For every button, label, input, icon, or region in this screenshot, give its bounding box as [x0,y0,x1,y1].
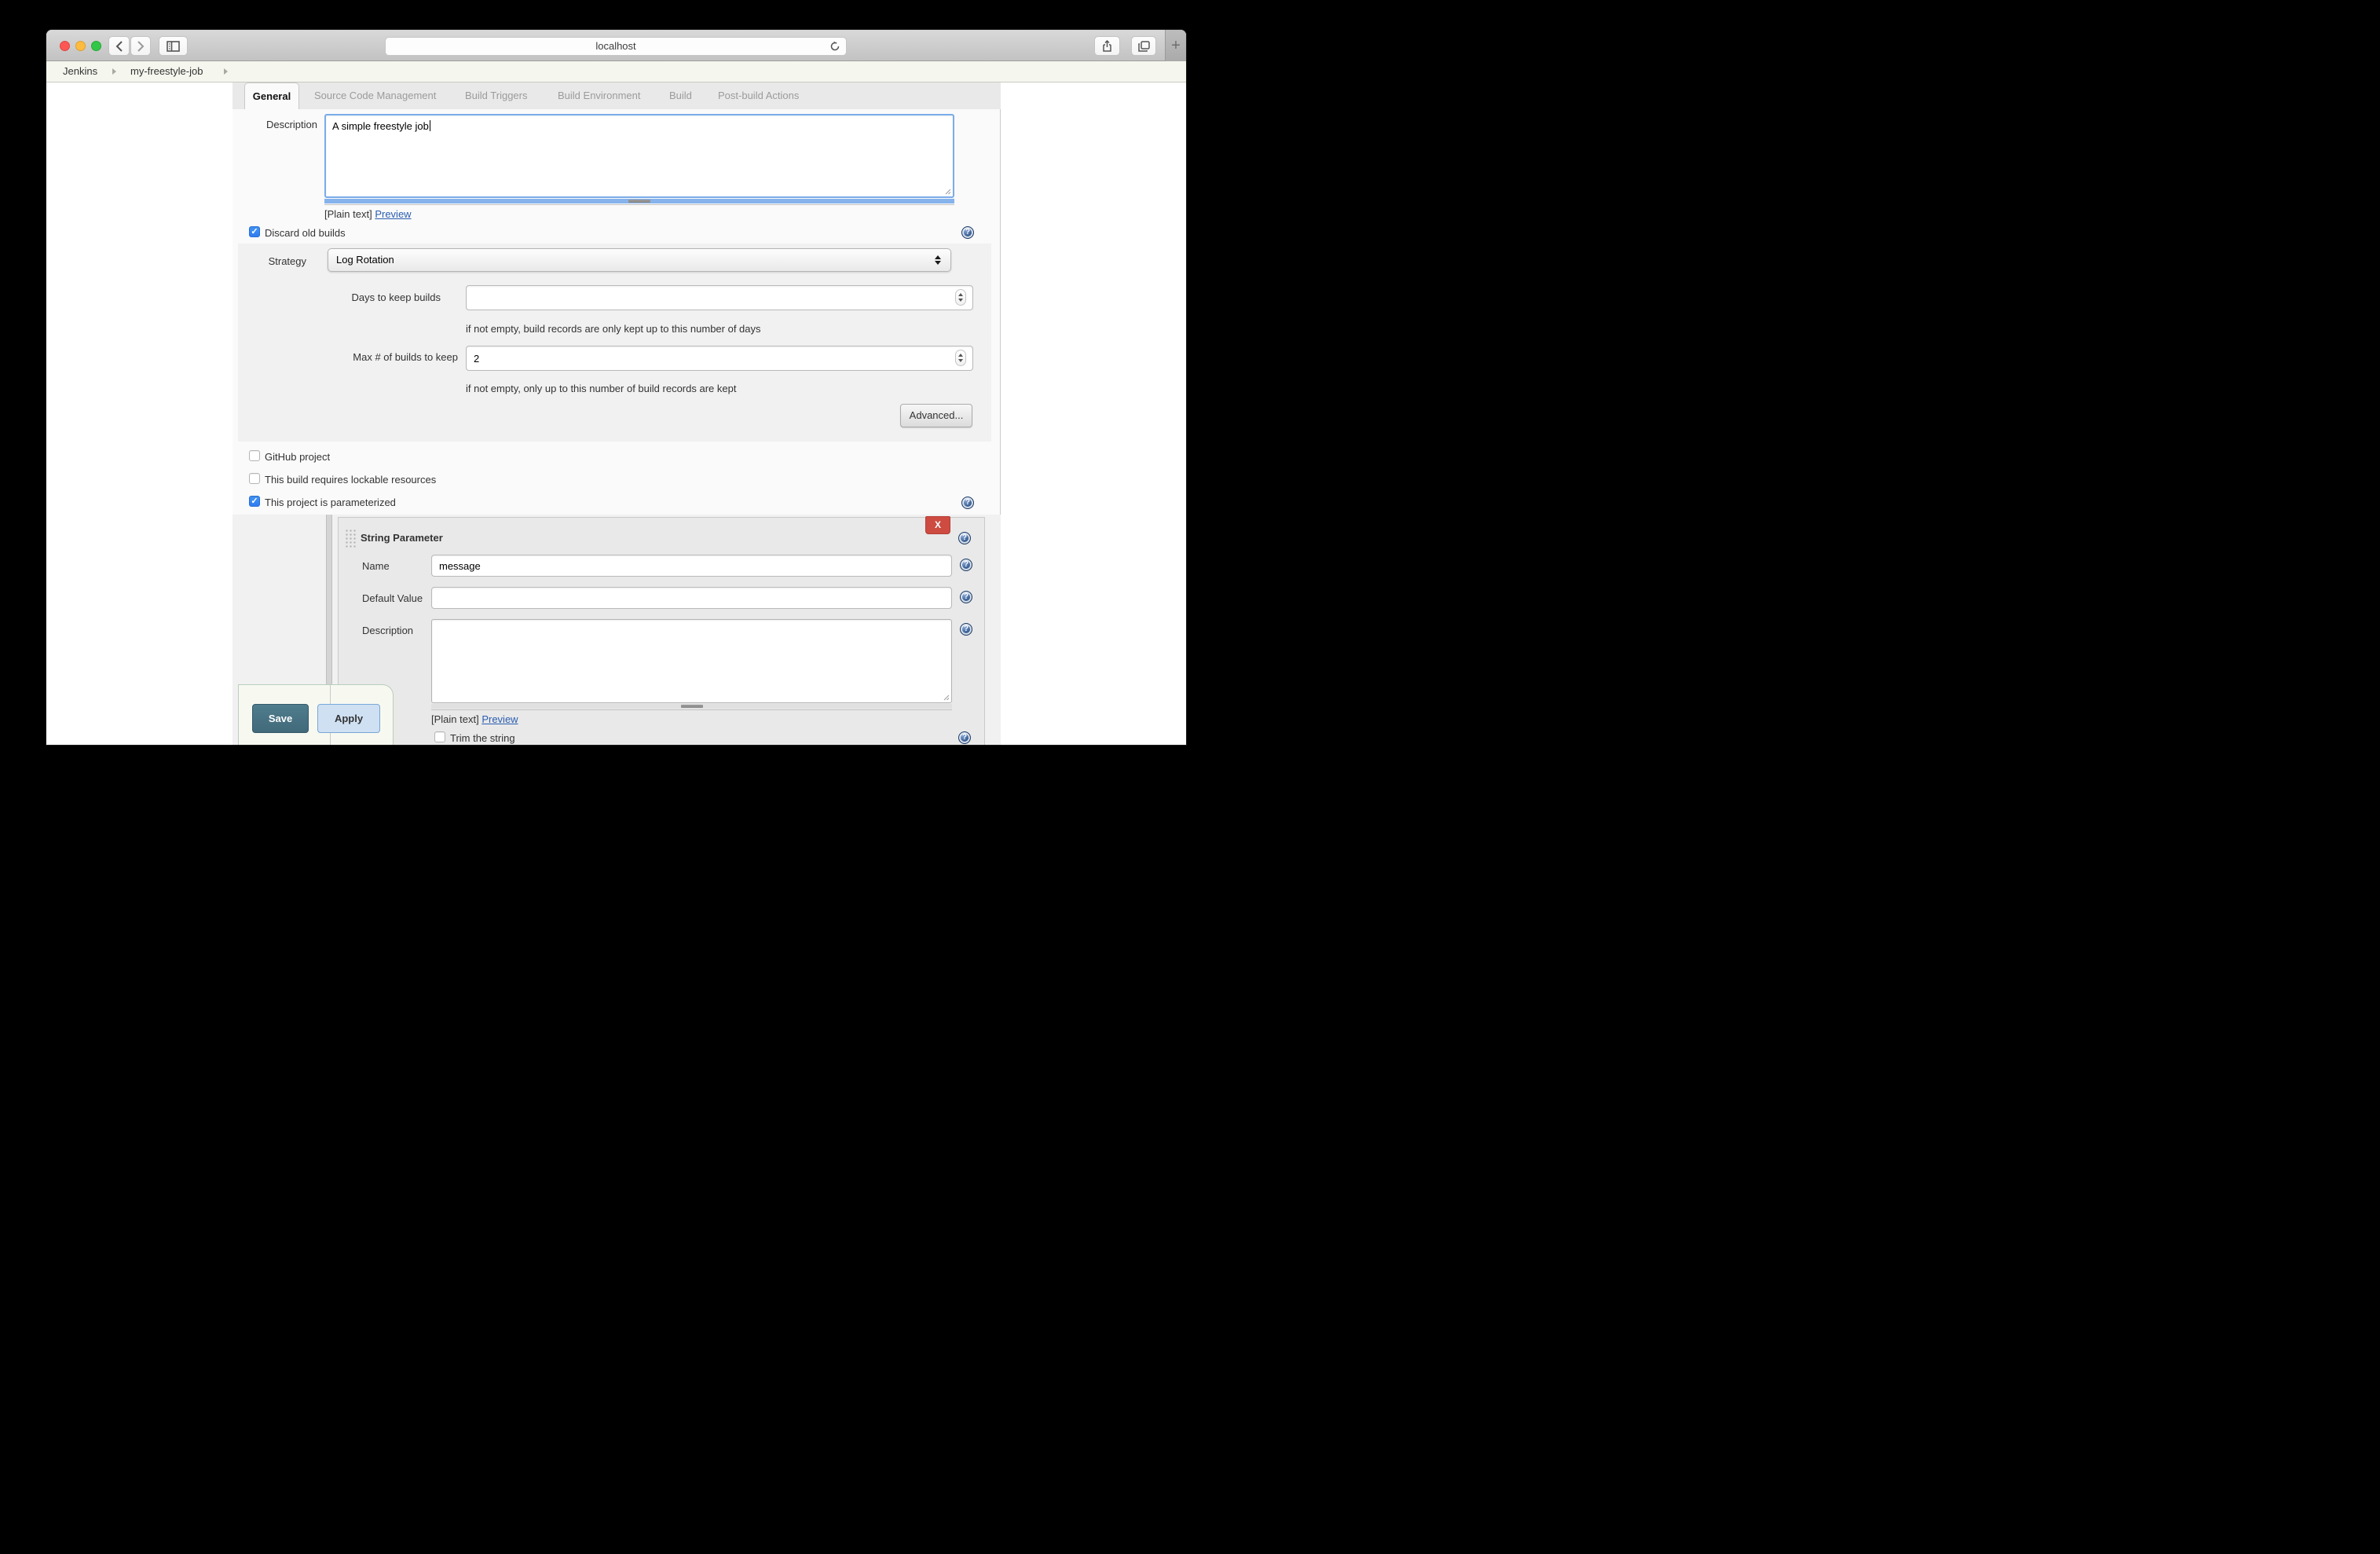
param-name-input[interactable] [431,555,952,577]
discard-old-builds-checkbox[interactable]: ✓ [249,226,260,237]
tab-build-environment[interactable]: Build Environment [558,82,641,109]
days-help-text: if not empty, build records are only kep… [466,323,761,335]
tab-build-triggers[interactable]: Build Triggers [465,82,527,109]
sidebar-icon [167,41,180,52]
drag-grip [681,705,703,708]
help-icon[interactable]: ? [960,591,972,603]
description-label: Description [248,119,317,130]
share-icon [1102,40,1112,53]
page-body: General Source Code Management Build Tri… [46,82,1186,745]
advanced-button[interactable]: Advanced... [900,404,972,427]
save-apply-panel: Save Apply [238,684,394,745]
help-icon[interactable]: ? [958,532,971,544]
github-project-label: GitHub project [265,451,330,463]
help-icon[interactable]: ? [958,731,971,744]
param-default-label: Default Value [362,592,423,604]
apply-button[interactable]: Apply [317,704,380,733]
parameter-title: String Parameter [361,532,443,544]
zoom-window-button[interactable] [91,41,101,51]
minimize-window-button[interactable] [75,41,86,51]
days-to-keep-input[interactable] [466,285,973,310]
breadcrumb-item-jenkins[interactable]: Jenkins [63,61,97,82]
divider [431,709,952,710]
strategy-value: Log Rotation [336,254,394,266]
tab-source-code-management[interactable]: Source Code Management [314,82,436,109]
plus-icon: + [1171,37,1181,55]
resize-grip-icon[interactable] [945,189,951,195]
config-form: General Source Code Management Build Tri… [233,82,1001,745]
tabs-icon [1138,41,1150,52]
trim-string-checkbox[interactable] [434,731,445,742]
tab-post-build-actions[interactable]: Post-build Actions [718,82,799,109]
sidebar-toggle-button[interactable] [159,36,188,56]
parameterized-checkbox[interactable]: ✓ [249,496,260,507]
textarea-drag-handle[interactable] [324,199,954,203]
description-textarea[interactable]: A simple freestyle job [324,114,954,198]
plain-text-note: [Plain text] Preview [431,713,518,725]
description-text: A simple freestyle job [332,120,429,132]
param-description-textarea[interactable] [431,619,952,703]
tab-build[interactable]: Build [669,82,692,109]
forward-chevron-icon [137,41,145,52]
close-window-button[interactable] [60,41,70,51]
max-builds-input[interactable] [466,346,973,371]
browser-window: localhost + Jenkins my-freestyle-job [46,30,1186,745]
textarea-drag-handle[interactable] [431,704,952,709]
strategy-label: Strategy [251,255,306,267]
back-chevron-icon [115,41,123,52]
lockable-resources-label: This build requires lockable resources [265,474,436,486]
select-arrows-icon [935,255,941,265]
url-bar[interactable]: localhost [385,37,847,56]
param-name-label: Name [362,560,390,572]
discard-old-builds-label: Discard old builds [265,227,346,239]
resize-grip-icon[interactable] [943,695,950,701]
github-project-checkbox[interactable] [249,450,260,461]
plain-text-label: [Plain text] [324,208,372,220]
chevron-right-icon [112,68,116,75]
chevron-right-icon [224,68,228,75]
drag-handle-icon[interactable] [345,529,357,548]
strategy-select[interactable]: Log Rotation [328,248,951,272]
discard-strategy-section [238,244,991,442]
drag-grip [628,200,650,203]
preview-link[interactable]: Preview [375,208,411,220]
parameterized-label: This project is parameterized [265,497,396,508]
forward-button[interactable] [130,36,151,56]
max-help-text: if not empty, only up to this number of … [466,383,736,394]
plain-text-label: [Plain text] [431,713,479,725]
help-icon[interactable]: ? [960,623,972,636]
help-icon[interactable]: ? [960,559,972,571]
config-tab-bar: General Source Code Management Build Tri… [233,82,1001,109]
url-text: localhost [595,40,635,52]
days-to-keep-label: Days to keep builds [307,291,441,303]
param-description-label: Description [362,625,413,636]
show-tabs-button[interactable] [1131,36,1156,56]
delete-parameter-button[interactable]: X [925,516,950,534]
breadcrumb-item-job[interactable]: my-freestyle-job [130,61,203,82]
back-button[interactable] [108,36,130,56]
help-icon[interactable]: ? [961,226,974,239]
number-stepper-icon[interactable] [955,289,966,306]
preview-link[interactable]: Preview [481,713,518,725]
divider [324,204,954,205]
titlebar: localhost + [46,30,1186,61]
plain-text-note: [Plain text] Preview [324,208,412,220]
tab-general[interactable]: General [244,82,299,109]
breadcrumb: Jenkins my-freestyle-job [46,61,1186,82]
new-tab-button[interactable]: + [1165,30,1186,61]
refresh-icon[interactable] [829,41,840,52]
save-button[interactable]: Save [252,704,309,733]
trim-string-label: Trim the string [450,732,515,744]
checkmark-icon: ✓ [251,497,258,506]
param-default-input[interactable] [431,587,952,609]
share-button[interactable] [1094,36,1120,56]
string-parameter-block: X ? String Parameter Name ? Default Valu… [338,517,985,745]
help-icon[interactable]: ? [961,497,974,509]
checkmark-icon: ✓ [251,227,258,236]
number-stepper-icon[interactable] [955,350,966,366]
max-builds-label: Max # of builds to keep [307,351,458,363]
lockable-resources-checkbox[interactable] [249,473,260,484]
